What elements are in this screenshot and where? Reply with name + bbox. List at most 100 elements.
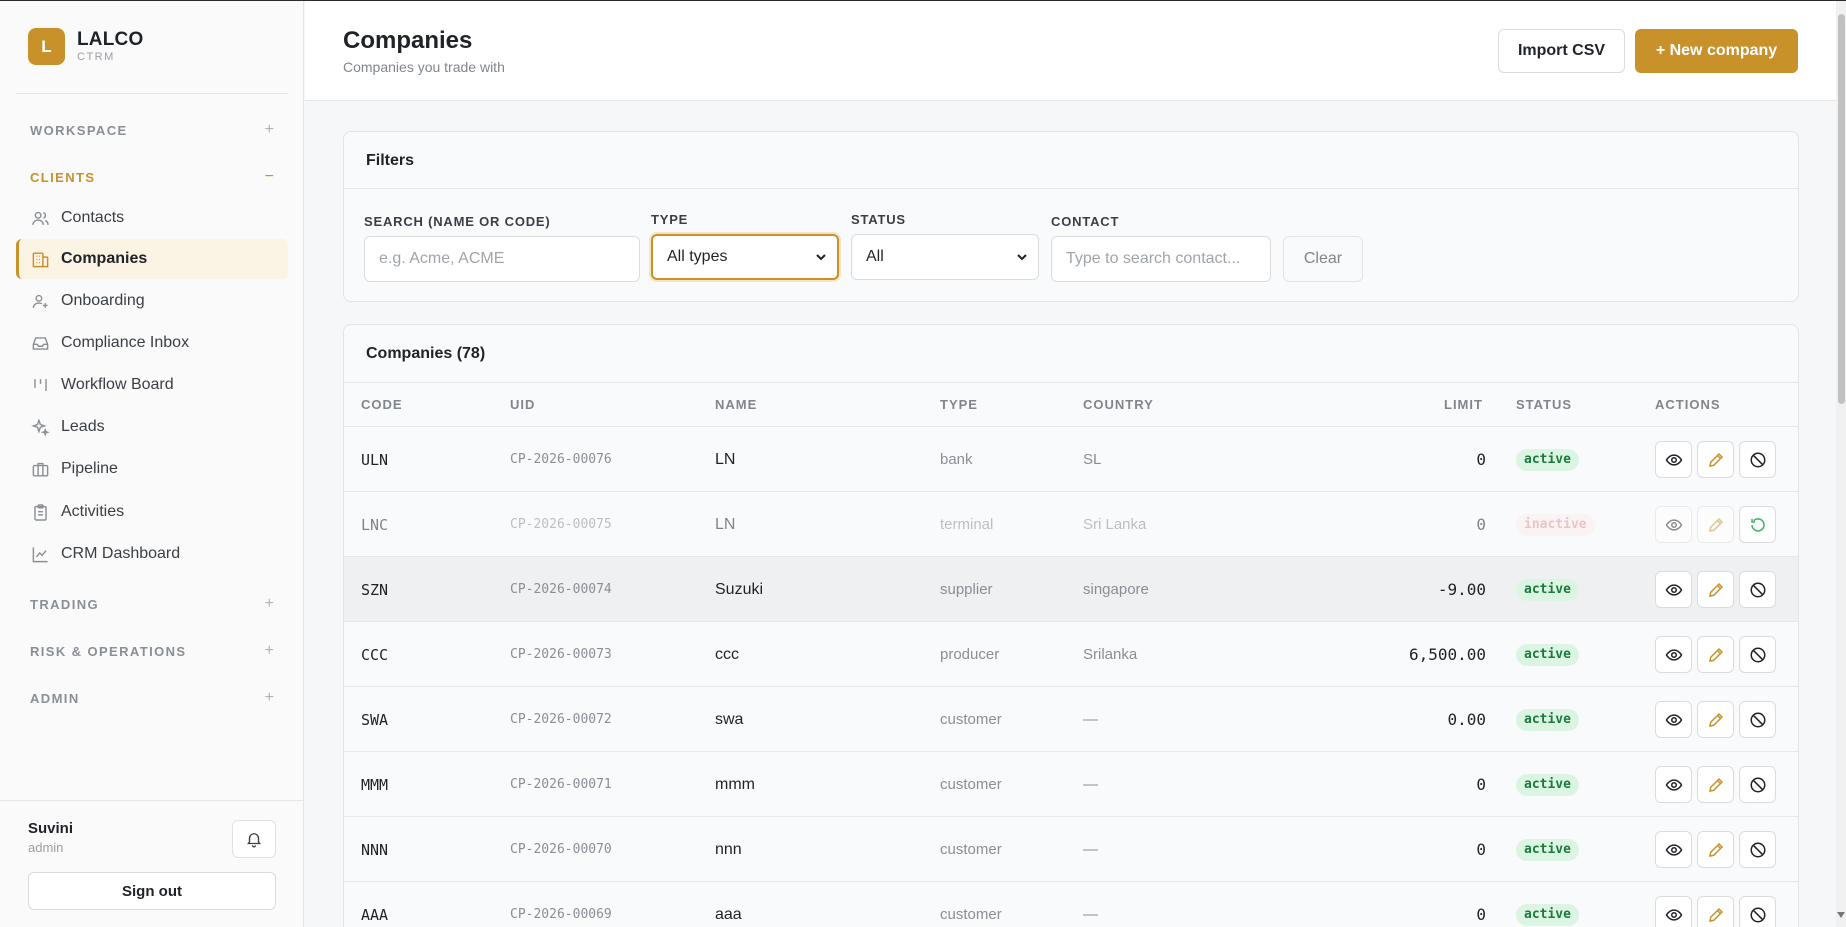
view-button[interactable] [1655, 441, 1692, 478]
sign-out-button[interactable]: Sign out [28, 872, 276, 910]
companies-table-card: Companies (78) CODE UID NAME TYPE COUNTR… [343, 324, 1799, 927]
status-badge: active [1516, 643, 1579, 666]
edit-button[interactable] [1697, 831, 1734, 868]
edit-button[interactable] [1697, 636, 1734, 673]
section-workspace[interactable]: WORKSPACE + [30, 121, 274, 139]
sidebar-item-activities[interactable]: Activities [16, 492, 288, 532]
view-button[interactable] [1655, 701, 1692, 738]
deactivate-button[interactable] [1739, 636, 1776, 673]
section-risk-operations[interactable]: RISK & OPERATIONS + [30, 642, 274, 660]
deactivate-button[interactable] [1739, 896, 1776, 927]
cell-name: Suzuki [715, 580, 764, 598]
cell-uid: CP-2026-00074 [510, 582, 612, 597]
table-row[interactable]: SZN CP-2026-00074 Suzuki supplier singap… [344, 556, 1798, 621]
table-row[interactable]: LNC CP-2026-00075 LN terminal Sri Lanka … [344, 491, 1798, 556]
ban-icon [1750, 582, 1765, 597]
eye-icon [1665, 908, 1682, 921]
sidebar-item-companies[interactable]: Companies [16, 239, 288, 279]
sidebar: L LALCO CTRM WORKSPACE + CLIENTS − Conta… [0, 0, 304, 927]
table-row[interactable]: AAA CP-2026-00069 aaa customer — 0 activ… [344, 881, 1798, 927]
filters-title: Filters [366, 152, 415, 169]
column-header-status[interactable]: STATUS [1408, 397, 1572, 412]
pencil-icon [1708, 517, 1723, 532]
sidebar-item-workflow-board[interactable]: Workflow Board [16, 365, 288, 405]
cell-code: NNN [361, 840, 389, 859]
type-select[interactable]: All types [651, 234, 839, 280]
sidebar-item-contacts[interactable]: Contacts [16, 198, 288, 238]
cell-country: — [1083, 906, 1098, 923]
section-admin[interactable]: ADMIN + [30, 689, 274, 707]
deactivate-button[interactable] [1739, 571, 1776, 608]
new-company-button[interactable]: + New company [1635, 29, 1798, 73]
view-button[interactable] [1655, 766, 1692, 803]
status-badge: active [1516, 578, 1579, 601]
deactivate-button[interactable] [1739, 766, 1776, 803]
cell-country: — [1083, 711, 1098, 728]
scroll-down-arrow[interactable] [1837, 912, 1845, 918]
view-button[interactable] [1655, 571, 1692, 608]
status-badge: active [1516, 773, 1579, 796]
table-row[interactable]: SWA CP-2026-00072 swa customer — 0.00 ac… [344, 686, 1798, 751]
clear-filters-button[interactable]: Clear [1283, 236, 1363, 282]
section-trading[interactable]: TRADING + [30, 595, 274, 613]
sidebar-item-onboarding[interactable]: Onboarding [16, 281, 288, 321]
window-top-border [0, 0, 1846, 1]
table-row[interactable]: MMM CP-2026-00071 mmm customer — 0 activ… [344, 751, 1798, 816]
edit-button[interactable] [1697, 506, 1734, 543]
edit-button[interactable] [1697, 701, 1734, 738]
deactivate-button[interactable] [1739, 701, 1776, 738]
import-csv-button[interactable]: Import CSV [1498, 29, 1625, 73]
table-row[interactable]: NNN CP-2026-00070 nnn customer — 0 activ… [344, 816, 1798, 881]
pencil-icon [1708, 452, 1723, 467]
expand-icon: + [264, 595, 274, 612]
cell-code: MMM [361, 775, 389, 794]
table-title: Companies (78) [366, 345, 486, 362]
edit-button[interactable] [1697, 766, 1734, 803]
contact-search-input[interactable]: Type to search contact... [1051, 236, 1271, 282]
sidebar-item-label: Activities [61, 503, 125, 520]
view-button[interactable] [1655, 506, 1692, 543]
page-scrollbar-thumb[interactable] [1838, 14, 1845, 404]
divider [16, 93, 288, 94]
cell-type: customer [940, 906, 1002, 923]
column-header-type[interactable]: TYPE [940, 397, 978, 412]
sidebar-item-pipeline[interactable]: Pipeline [16, 449, 288, 489]
cell-uid: CP-2026-00072 [510, 712, 612, 727]
brand-logo: L [28, 28, 65, 65]
notifications-button[interactable] [232, 820, 276, 858]
reactivate-button[interactable] [1739, 506, 1776, 543]
brand[interactable]: L LALCO CTRM [28, 28, 143, 65]
section-label: WORKSPACE [30, 122, 128, 138]
sidebar-item-label: Contacts [61, 209, 125, 226]
search-input[interactable]: e.g. Acme, ACME [364, 236, 640, 282]
view-button[interactable] [1655, 831, 1692, 868]
eye-icon [1665, 453, 1682, 466]
edit-button[interactable] [1697, 441, 1734, 478]
cell-country: — [1083, 841, 1098, 858]
column-header-country[interactable]: COUNTRY [1083, 397, 1154, 412]
table-row[interactable]: CCC CP-2026-00073 ccc producer Srilanka … [344, 621, 1798, 686]
eye-icon [1665, 778, 1682, 791]
sidebar-item-compliance-inbox[interactable]: Compliance Inbox [16, 323, 288, 363]
sidebar-item-label: Leads [61, 418, 105, 435]
column-header-uid[interactable]: UID [510, 397, 535, 412]
cell-code: SZN [361, 580, 389, 599]
deactivate-button[interactable] [1739, 441, 1776, 478]
cell-name: ccc [715, 645, 739, 663]
sidebar-item-leads[interactable]: Leads [16, 407, 288, 447]
eye-icon [1665, 518, 1682, 531]
view-button[interactable] [1655, 636, 1692, 673]
table-row[interactable]: ULN CP-2026-00076 LN bank SL 0 active [344, 426, 1798, 491]
section-clients[interactable]: CLIENTS − [30, 168, 274, 186]
column-header-code[interactable]: CODE [361, 397, 403, 412]
deactivate-button[interactable] [1739, 831, 1776, 868]
edit-button[interactable] [1697, 571, 1734, 608]
users-icon [30, 208, 50, 228]
sidebar-item-label: Compliance Inbox [61, 334, 190, 351]
status-select[interactable]: All [851, 234, 1039, 280]
view-button[interactable] [1655, 896, 1692, 927]
building-icon [30, 249, 50, 269]
edit-button[interactable] [1697, 896, 1734, 927]
sidebar-item-crm-dashboard[interactable]: CRM Dashboard [16, 534, 288, 574]
column-header-name[interactable]: NAME [715, 397, 757, 412]
